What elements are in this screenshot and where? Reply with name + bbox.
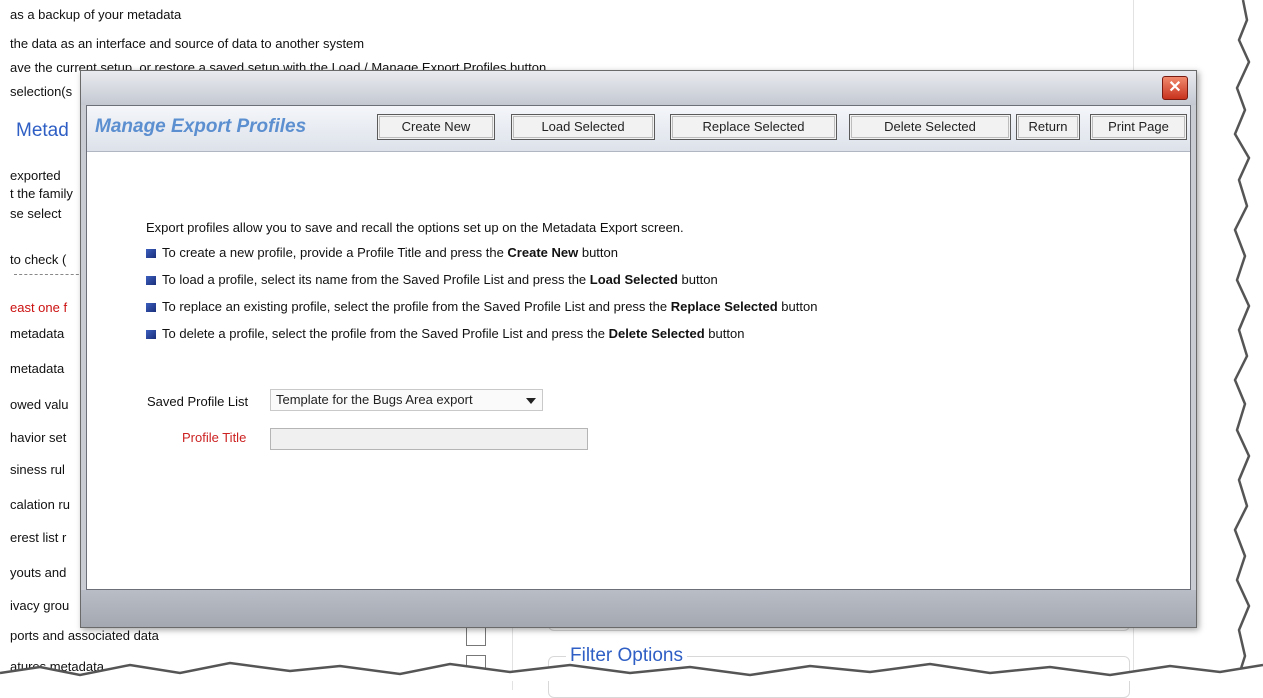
bg-list-item: havior set <box>10 430 67 445</box>
torn-edge-right <box>1233 0 1263 681</box>
saved-profile-select[interactable]: Template for the Bugs Area export <box>270 389 543 411</box>
delete-selected-button[interactable]: Delete Selected <box>849 114 1011 140</box>
bullet-icon <box>146 303 156 312</box>
bg-list-item: ivacy grou <box>10 598 70 613</box>
profile-title-input[interactable] <box>270 428 588 450</box>
bg-list-item: t the family <box>10 186 73 201</box>
instruction-item: To replace an existing profile, select t… <box>146 299 817 314</box>
bullet-icon <box>146 330 156 339</box>
profile-title-label: Profile Title <box>182 430 247 445</box>
bg-list-item: exported <box>10 168 61 183</box>
bg-list-item: siness rul <box>10 462 65 477</box>
bg-list-item: calation ru <box>10 497 70 512</box>
create-new-button[interactable]: Create New <box>377 114 495 140</box>
saved-profile-list-label: Saved Profile List <box>147 394 249 409</box>
dialog-toolbar: Manage Export Profiles Create New Load S… <box>87 106 1190 152</box>
close-button[interactable]: ✕ <box>1162 76 1188 100</box>
dialog-content-frame: Manage Export Profiles Create New Load S… <box>86 105 1191 590</box>
chevron-down-icon <box>526 398 536 404</box>
bg-list-item: metadata <box>10 361 65 376</box>
bg-dotted-rule <box>14 274 84 275</box>
bg-text-line: the data as an interface and source of d… <box>10 36 365 51</box>
replace-selected-button[interactable]: Replace Selected <box>670 114 837 140</box>
bg-list-item: east one f <box>10 300 68 315</box>
dialog-footer <box>81 590 1196 627</box>
bg-list-item: se select <box>10 206 62 221</box>
bg-text-line: as a backup of your metadata <box>10 7 182 22</box>
bg-list-item: metadata <box>10 326 65 341</box>
bg-checkbox[interactable] <box>466 626 486 646</box>
instruction-item: To delete a profile, select the profile … <box>146 326 744 341</box>
bg-list-item: erest list r <box>10 530 67 545</box>
return-button[interactable]: Return <box>1016 114 1080 140</box>
bullet-icon <box>146 276 156 285</box>
print-page-button[interactable]: Print Page <box>1090 114 1187 140</box>
instruction-item: To load a profile, select its name from … <box>146 272 718 287</box>
bg-text-line: selection(s <box>10 84 73 99</box>
intro-text: Export profiles allow you to save and re… <box>146 220 684 235</box>
dialog-titlebar[interactable]: ✕ <box>81 71 1196 105</box>
instruction-item: To create a new profile, provide a Profi… <box>146 245 618 260</box>
bg-list-item: youts and <box>10 565 67 580</box>
export-profiles-dialog: ✕ Manage Export Profiles Create New Load… <box>80 70 1197 628</box>
bg-list-item: ports and associated data <box>10 628 159 643</box>
saved-profile-selected-value: Template for the Bugs Area export <box>276 392 473 407</box>
bullet-icon <box>146 249 156 258</box>
bg-section-heading: Metad <box>16 120 69 141</box>
dialog-body: Export profiles allow you to save and re… <box>87 152 1190 588</box>
dialog-title: Manage Export Profiles <box>95 116 307 137</box>
torn-edge-bottom <box>0 661 1263 681</box>
bg-list-item: to check ( <box>10 252 67 267</box>
load-selected-button[interactable]: Load Selected <box>511 114 655 140</box>
bg-list-item: owed valu <box>10 397 69 412</box>
